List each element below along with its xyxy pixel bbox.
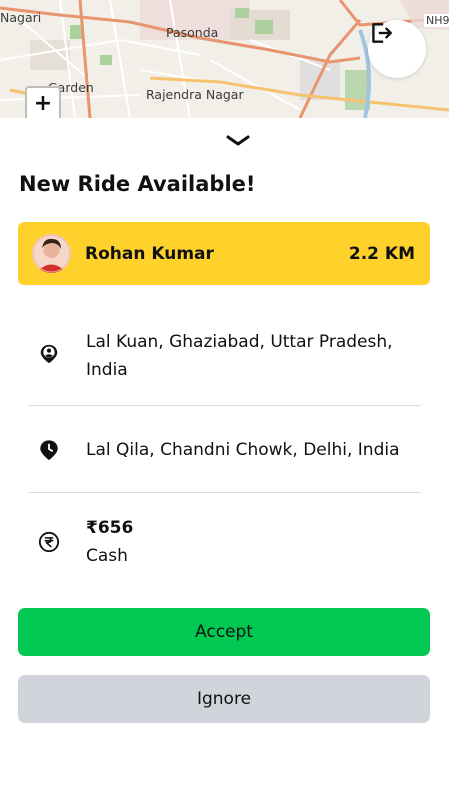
map-view[interactable]: Nagari Pasonda Garden Rajendra Nagar NH9…	[0, 0, 449, 118]
pickup-row: Lal Kuan, Ghaziabad, Uttar Pradesh, Indi…	[28, 310, 421, 404]
rupee-icon	[38, 531, 60, 553]
chevron-down-icon[interactable]	[226, 134, 250, 148]
map-label-pasonda: Pasonda	[166, 25, 219, 40]
zoom-in-button[interactable]: +	[25, 86, 61, 118]
rider-avatar-icon	[32, 234, 71, 273]
logout-button[interactable]	[368, 20, 426, 78]
pickup-location-icon	[40, 344, 58, 364]
logout-icon	[372, 23, 392, 43]
map-label-rajendra-nagar: Rajendra Nagar	[146, 87, 244, 102]
ride-request-sheet: New Ride Available! Rohan Kumar 2.2 KM L…	[0, 118, 449, 795]
payment-method: Cash	[86, 546, 128, 566]
rider-distance: 2.2 KM	[348, 244, 415, 264]
dropoff-time-pin-icon	[40, 440, 58, 461]
fare-amount: ₹656	[86, 518, 134, 538]
rider-name: Rohan Kumar	[85, 244, 214, 264]
map-label-nagari: Nagari	[0, 10, 42, 25]
rider-card: Rohan Kumar 2.2 KM	[18, 222, 430, 285]
dropoff-address: Lal Qila, Chandni Chowk, Delhi, India	[86, 440, 400, 460]
avatar	[32, 234, 71, 273]
fare-row: ₹656 Cash	[28, 493, 421, 593]
pickup-address: Lal Kuan, Ghaziabad, Uttar Pradesh, Indi…	[86, 332, 393, 380]
page-title: New Ride Available!	[19, 172, 256, 196]
map-label-nh9: NH9	[424, 14, 449, 27]
ignore-button[interactable]: Ignore	[18, 675, 430, 723]
dropoff-row: Lal Qila, Chandni Chowk, Delhi, India	[28, 406, 421, 492]
accept-button[interactable]: Accept	[18, 608, 430, 656]
